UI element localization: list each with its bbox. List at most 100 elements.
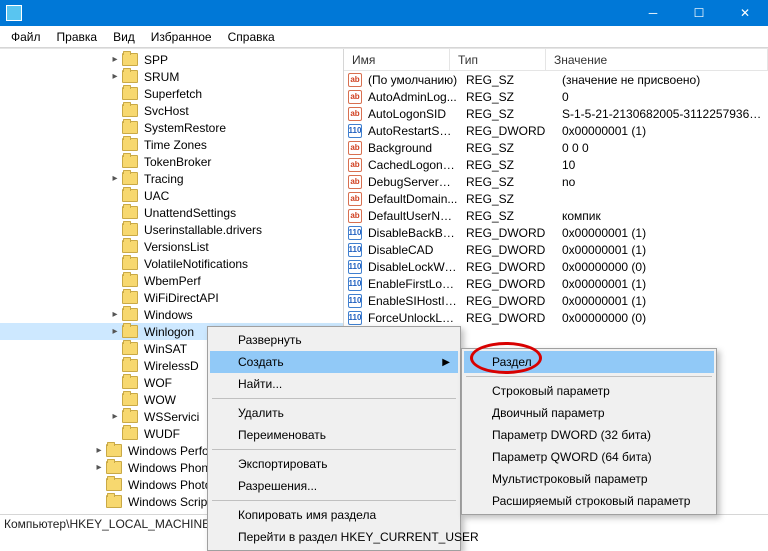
tree-item[interactable]: Time Zones [0, 136, 343, 153]
col-name[interactable]: Имя [344, 49, 450, 70]
minimize-button[interactable]: ─ [630, 0, 676, 26]
value-type-icon: 110 [348, 311, 362, 325]
tree-item[interactable]: VersionsList [0, 238, 343, 255]
expand-toggle[interactable]: ▸ [92, 462, 106, 473]
folder-icon [122, 393, 138, 406]
value-data: S-1-5-21-2130682005-3112257936-1249 [558, 107, 768, 121]
value-type: REG_SZ [462, 158, 558, 172]
tree-item[interactable]: Userinstallable.drivers [0, 221, 343, 238]
expand-toggle[interactable]: ▸ [108, 411, 122, 422]
tree-item[interactable]: ▸SRUM [0, 68, 343, 85]
context-item[interactable]: Переименовать [210, 424, 458, 446]
value-row[interactable]: 110EnableSIHostInt...REG_DWORD0x00000001… [344, 292, 768, 309]
tree-item-label: SPP [142, 53, 170, 67]
value-type-icon: 110 [348, 226, 362, 240]
value-row[interactable]: 110AutoRestartShellREG_DWORD0x00000001 (… [344, 122, 768, 139]
expand-toggle[interactable]: ▸ [108, 326, 122, 337]
context-item[interactable]: Развернуть [210, 329, 458, 351]
context-item[interactable]: Двоичный параметр [464, 402, 714, 424]
context-item[interactable]: Параметр DWORD (32 бита) [464, 424, 714, 446]
menu-help[interactable]: Справка [221, 28, 282, 46]
menubar: Файл Правка Вид Избранное Справка [0, 26, 768, 48]
context-item[interactable]: Найти... [210, 373, 458, 395]
context-item[interactable]: Мультистроковый параметр [464, 468, 714, 490]
context-item[interactable]: Разрешения... [210, 475, 458, 497]
context-menu-main: РазвернутьСоздать▶Найти... УдалитьПереиме… [207, 326, 461, 551]
tree-item-label: UnattendSettings [142, 206, 238, 220]
value-row[interactable]: abCachedLogons...REG_SZ10 [344, 156, 768, 173]
list-header: Имя Тип Значение [344, 49, 768, 71]
expand-toggle[interactable]: ▸ [108, 173, 122, 184]
folder-icon [122, 104, 138, 117]
value-type: REG_DWORD [462, 226, 558, 240]
menu-favorites[interactable]: Избранное [144, 28, 219, 46]
menu-file[interactable]: Файл [4, 28, 48, 46]
tree-item-label: VolatileNotifications [142, 257, 250, 271]
context-item[interactable]: Раздел [464, 351, 714, 373]
col-type[interactable]: Тип [450, 49, 546, 70]
tree-item[interactable]: ▸ Tracing [0, 170, 343, 187]
context-item[interactable]: Перейти в раздел HKEY_CURRENT_USER [210, 526, 458, 548]
value-name: DefaultDomain... [364, 192, 462, 206]
expand-toggle[interactable]: ▸ [92, 445, 106, 456]
value-row[interactable]: abBackgroundREG_SZ0 0 0 [344, 139, 768, 156]
value-row[interactable]: abAutoAdminLog...REG_SZ0 [344, 88, 768, 105]
menu-view[interactable]: Вид [106, 28, 142, 46]
context-item[interactable]: Расширяемый строковый параметр [464, 490, 714, 512]
value-name: (По умолчанию) [364, 73, 462, 87]
value-row[interactable]: 110DisableBackButt...REG_DWORD0x00000001… [344, 224, 768, 241]
value-row[interactable]: ab(По умолчанию)REG_SZ(значение не присв… [344, 71, 768, 88]
tree-item[interactable]: Superfetch [0, 85, 343, 102]
tree-item-label: WSServici [142, 410, 201, 424]
context-item[interactable]: Экспортировать [210, 453, 458, 475]
tree-item[interactable]: WiFiDirectAPI [0, 289, 343, 306]
folder-icon [122, 53, 138, 66]
context-item-label: Параметр QWORD (64 бита) [492, 450, 652, 464]
value-data: компик [558, 209, 768, 223]
tree-item-label: UAC [142, 189, 171, 203]
context-item[interactable]: Копировать имя раздела [210, 504, 458, 526]
value-row[interactable]: abDebugServerCo...REG_SZno [344, 173, 768, 190]
tree-item[interactable]: TokenBroker [0, 153, 343, 170]
col-value[interactable]: Значение [546, 49, 768, 70]
context-item[interactable]: Создать▶ [210, 351, 458, 373]
expand-toggle[interactable]: ▸ [108, 54, 122, 65]
expand-toggle[interactable]: ▸ [108, 309, 122, 320]
tree-item[interactable]: SvcHost [0, 102, 343, 119]
value-row[interactable]: abAutoLogonSIDREG_SZS-1-5-21-2130682005-… [344, 105, 768, 122]
menu-edit[interactable]: Правка [50, 28, 105, 46]
value-type: REG_SZ [462, 107, 558, 121]
tree-item[interactable]: WbemPerf [0, 272, 343, 289]
expand-toggle[interactable]: ▸ [108, 71, 122, 82]
tree-item[interactable]: UAC [0, 187, 343, 204]
value-row[interactable]: 110ForceUnlockLo...REG_DWORD0x00000000 (… [344, 309, 768, 326]
tree-item[interactable]: SystemRestore [0, 119, 343, 136]
context-separator [212, 449, 456, 450]
maximize-button[interactable]: ☐ [676, 0, 722, 26]
context-item-label: Создать [238, 355, 284, 369]
value-row[interactable]: abDefaultUserNameREG_SZкомпик [344, 207, 768, 224]
tree-item-label: Windows [142, 308, 195, 322]
value-row[interactable]: 110DisableLockWor...REG_DWORD0x00000000 … [344, 258, 768, 275]
tree-item[interactable]: UnattendSettings [0, 204, 343, 221]
value-row[interactable]: abDefaultDomain...REG_SZ [344, 190, 768, 207]
tree-item-label: Tracing [142, 172, 186, 186]
value-row[interactable]: 110DisableCADREG_DWORD0x00000001 (1) [344, 241, 768, 258]
tree-item[interactable]: ▸ SPP [0, 51, 343, 68]
value-data: 10 [558, 158, 768, 172]
value-type: REG_SZ [462, 90, 558, 104]
value-data: no [558, 175, 768, 189]
context-item[interactable]: Удалить [210, 402, 458, 424]
folder-icon [122, 206, 138, 219]
value-type: REG_DWORD [462, 294, 558, 308]
value-type-icon: ab [348, 192, 362, 206]
context-item[interactable]: Строковый параметр [464, 380, 714, 402]
value-row[interactable]: 110EnableFirstLogo...REG_DWORD0x00000001… [344, 275, 768, 292]
tree-item[interactable]: VolatileNotifications [0, 255, 343, 272]
context-item[interactable]: Параметр QWORD (64 бита) [464, 446, 714, 468]
value-type: REG_SZ [462, 192, 558, 206]
value-type-icon: ab [348, 107, 362, 121]
tree-item[interactable]: ▸ Windows [0, 306, 343, 323]
close-button[interactable]: ✕ [722, 0, 768, 26]
value-name: AutoRestartShell [364, 124, 462, 138]
